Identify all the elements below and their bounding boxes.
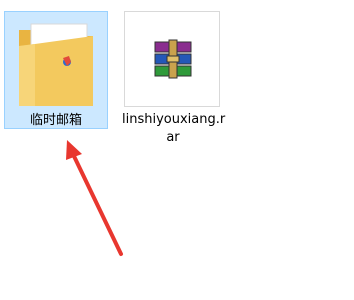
winrar-archive-icon: [154, 39, 192, 79]
rar-file-label: linshiyouxiang.r ar: [122, 111, 226, 147]
rar-file-item[interactable]: linshiyouxiang.r ar: [122, 11, 226, 151]
folder-item[interactable]: 临时邮箱: [4, 11, 108, 129]
rar-label-line2: ar: [166, 130, 180, 145]
folder-icon: [19, 23, 93, 106]
rar-thumbnail: [124, 11, 220, 107]
folder-label: 临时邮箱: [29, 113, 82, 128]
rar-label-line1: linshiyouxiang.r: [122, 112, 226, 127]
